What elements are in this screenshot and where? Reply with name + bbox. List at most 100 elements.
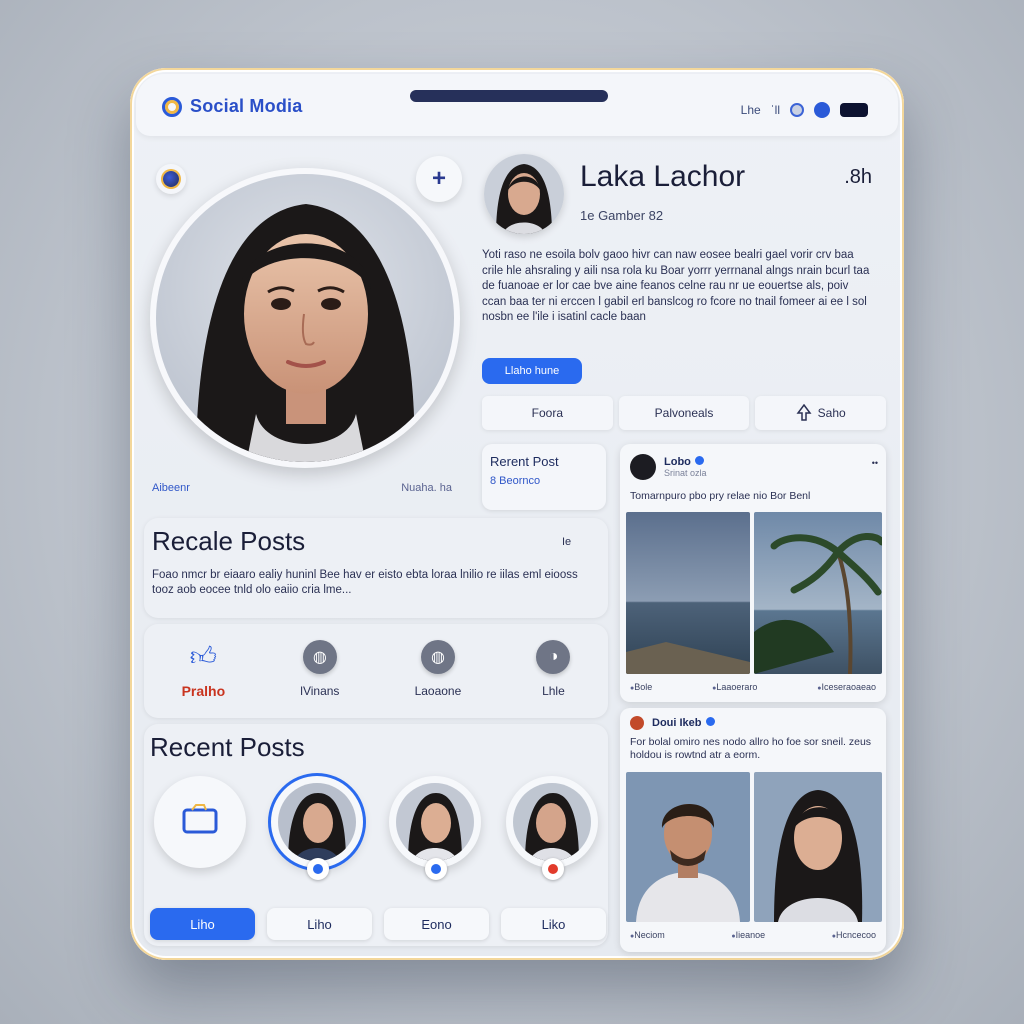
- bio-more-button[interactable]: Llaho hune: [482, 358, 582, 384]
- author-name[interactable]: Doui Ikeb: [652, 717, 715, 729]
- status-area: Lhe ˈll: [741, 102, 868, 118]
- reaction-4[interactable]: ◑ Lhle: [536, 640, 571, 698]
- circle-icon: ◑: [536, 640, 571, 674]
- post-text: Tomarnpuro pbo pry relae nio Bor Benl: [630, 490, 811, 502]
- folder-icon: [180, 802, 220, 842]
- story-photo-icon: [512, 783, 591, 861]
- recale-posts-icon[interactable]: Ie: [562, 536, 571, 548]
- story-button-1[interactable]: Liho: [150, 908, 255, 940]
- status-text: Lhe: [740, 103, 761, 117]
- footer-like[interactable]: Neciom: [630, 930, 665, 940]
- recent-post-card[interactable]: Rerent Post 8 Beornco: [482, 444, 606, 510]
- feed-card-header: Doui Ikeb: [630, 716, 715, 730]
- notch: [410, 90, 608, 102]
- palm-photo-icon: [754, 512, 882, 674]
- man-photo-icon: [626, 772, 750, 922]
- story-badge: [541, 858, 564, 880]
- top-bar: Social Modia Lhe ˈll: [136, 74, 898, 136]
- profile-avatar-small[interactable]: [484, 154, 564, 234]
- profile-bio: Yoti raso ne esoila bolv gaoo hivr can n…: [482, 249, 870, 323]
- reaction-row: 👍︎ Pralho ◍ lVinans ◍ Laoaone ◑ Lhle: [144, 620, 608, 718]
- thumb-icon: 👍︎: [189, 640, 217, 671]
- reaction-label: Lhle: [542, 684, 565, 698]
- avatar-caption: Aibeenr Nuaha. ha: [152, 482, 452, 494]
- story-row: [154, 776, 598, 880]
- add-button[interactable]: +: [416, 156, 462, 202]
- reaction-label: lVinans: [300, 684, 340, 698]
- sea-photo-icon: [626, 512, 750, 674]
- post-footer: Neciom Iieanoe Hcncecoo: [630, 930, 876, 940]
- story-button-2[interactable]: Liho: [267, 908, 372, 940]
- sync-icon[interactable]: [790, 103, 804, 117]
- story-1[interactable]: [271, 776, 364, 880]
- story-photo-icon: [395, 783, 474, 861]
- status-num: ˈll: [770, 103, 780, 117]
- woman-photo-icon: [754, 772, 882, 922]
- avatar-photo-icon: [484, 154, 564, 234]
- battery-icon: [840, 103, 868, 117]
- recale-posts-title: Recale Posts: [152, 526, 306, 556]
- circle-icon: ◍: [302, 640, 337, 674]
- post-image-man[interactable]: [626, 772, 750, 922]
- post-text: For bolal omiro nes nodo allro ho foe so…: [630, 736, 872, 761]
- post-image-woman[interactable]: [754, 772, 882, 922]
- reaction-label: Laoaone: [414, 684, 462, 698]
- status-dot-icon[interactable]: [156, 164, 186, 194]
- action-button-2[interactable]: Palvoneals: [618, 396, 750, 430]
- recent-card-subtitle: 8 Beornco: [490, 475, 541, 487]
- brand-logo-icon: [162, 96, 182, 117]
- plus-icon: +: [431, 165, 446, 192]
- more-icon[interactable]: ••: [872, 458, 878, 468]
- footer-share[interactable]: Iceseraoaeao: [817, 682, 876, 692]
- recent-card-title: Rerent Post: [490, 454, 559, 469]
- brand[interactable]: Social Modia: [162, 96, 302, 117]
- action-button-1[interactable]: Foora: [482, 396, 613, 430]
- story-add[interactable]: [154, 776, 246, 868]
- portrait-woman-icon: [156, 174, 454, 462]
- share-button[interactable]: Saho: [755, 396, 887, 430]
- post-image-sea[interactable]: [626, 512, 750, 674]
- footer-comment[interactable]: Laaoeraro: [712, 682, 757, 692]
- story-badge: [424, 858, 447, 880]
- reaction-like[interactable]: 👍︎ Pralho: [181, 639, 226, 700]
- profile-actions: Foora Palvoneals Saho: [482, 396, 887, 430]
- author-avatar-icon[interactable]: [630, 454, 656, 480]
- reaction-2[interactable]: ◍ lVinans: [300, 640, 339, 698]
- profile-avatar-large[interactable]: [150, 168, 460, 468]
- story-button-3[interactable]: Eono: [384, 908, 489, 940]
- post-image-palm[interactable]: [754, 512, 882, 674]
- action-label: Foora: [531, 406, 564, 420]
- story-3[interactable]: [505, 776, 598, 880]
- author-avatar-icon[interactable]: [630, 716, 644, 730]
- footer-like[interactable]: Bole: [630, 682, 652, 692]
- recale-posts-text: Foao nmcr br eiaaro ealiy huninl Bee hav…: [152, 569, 578, 596]
- profile-name: Laka Lachor: [580, 160, 746, 193]
- post-footer: Bole Laaoeraro Iceseraoaeao: [630, 682, 876, 692]
- feed-card-2[interactable]: Doui Ikeb For bolal omiro nes nodo allro…: [620, 708, 886, 952]
- author-sub: Srinat ozla: [664, 468, 707, 478]
- footer-share[interactable]: Hcncecoo: [832, 930, 876, 940]
- footer-comment[interactable]: Iieanoe: [731, 930, 766, 940]
- reaction-3[interactable]: ◍ Laoaone: [414, 640, 462, 698]
- circle-icon: ◍: [420, 640, 455, 674]
- caption-left: Aibeenr: [152, 482, 190, 494]
- story-photo-icon: [278, 783, 357, 861]
- action-label: Palvoneals: [654, 406, 714, 420]
- author-name[interactable]: Lobo: [664, 456, 707, 468]
- recent-posts-title: Recent Posts: [150, 732, 305, 762]
- action-label: Saho: [817, 406, 846, 420]
- feed-card-header: Lobo Srinat ozla: [630, 454, 707, 480]
- notification-icon[interactable]: [814, 102, 830, 118]
- caption-right: Nuaha. ha: [401, 482, 452, 494]
- story-2[interactable]: [388, 776, 481, 880]
- profile-count: .8h: [844, 166, 872, 188]
- share-icon: [796, 404, 812, 421]
- brand-name: Social Modia: [190, 96, 303, 116]
- profile-date: 1e Gamber 82: [580, 208, 664, 223]
- verified-icon: [705, 717, 715, 726]
- reaction-label: Pralho: [181, 683, 226, 699]
- story-button-4[interactable]: Liko: [501, 908, 606, 940]
- feed-card-1[interactable]: Lobo Srinat ozla •• Tomarnpuro pbo pry r…: [620, 444, 886, 702]
- phone-frame: Social Modia Lhe ˈll + Aibeenr Nuaha. ha…: [130, 68, 904, 960]
- verified-icon: [694, 456, 704, 465]
